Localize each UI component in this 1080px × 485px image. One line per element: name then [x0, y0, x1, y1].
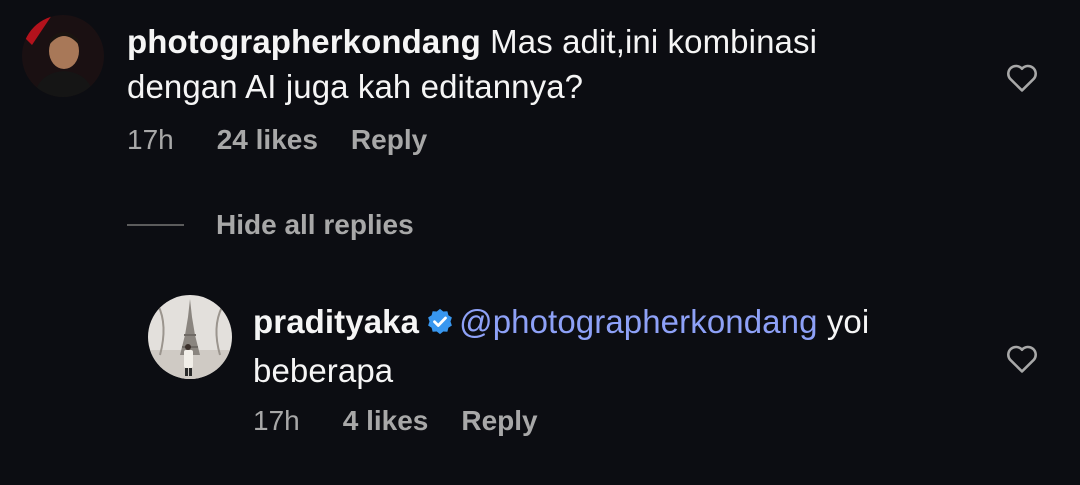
comment-text-line2: dengan AI juga kah editannya?	[127, 68, 584, 105]
reply-reply-button[interactable]: Reply	[461, 405, 537, 437]
comment-meta: 17h 24 likes Reply	[127, 124, 427, 156]
reply-time: 17h	[253, 405, 300, 436]
comment-text: photographerkondang Mas adit,ini kombina…	[127, 19, 817, 109]
comment-likes[interactable]: 24 likes	[217, 124, 318, 156]
heart-outline-icon	[1007, 345, 1037, 373]
reply-text-tail: yoi	[817, 303, 870, 340]
reply-meta: 17h 4 likes Reply	[253, 405, 538, 437]
replies-divider-line	[127, 224, 184, 226]
comment-like-button[interactable]	[1005, 61, 1039, 98]
reply-like-button[interactable]	[1005, 342, 1039, 379]
heart-outline-icon	[1007, 64, 1037, 92]
reply-username[interactable]: pradityaka	[253, 303, 419, 340]
comment-time: 17h	[127, 124, 174, 155]
commenter-avatar[interactable]	[22, 15, 104, 97]
reply-text: pradityaka @photographerkondang yoi bebe…	[253, 299, 869, 393]
reply-text-line2: beberapa	[253, 352, 394, 389]
comment-text-line1: Mas adit,ini kombinasi	[490, 23, 818, 60]
hide-replies-toggle[interactable]: Hide all replies	[127, 209, 414, 241]
reply-mention-link[interactable]: @photographerkondang	[459, 303, 817, 340]
user-avatar-icon	[148, 295, 232, 379]
reply-avatar[interactable]	[148, 295, 232, 379]
verified-badge-icon	[425, 303, 455, 348]
hide-replies-label: Hide all replies	[216, 209, 414, 240]
user-avatar-icon	[22, 15, 104, 97]
comment-reply-button[interactable]: Reply	[351, 124, 427, 156]
reply-likes[interactable]: 4 likes	[343, 405, 429, 437]
comment-username[interactable]: photographerkondang	[127, 23, 481, 60]
